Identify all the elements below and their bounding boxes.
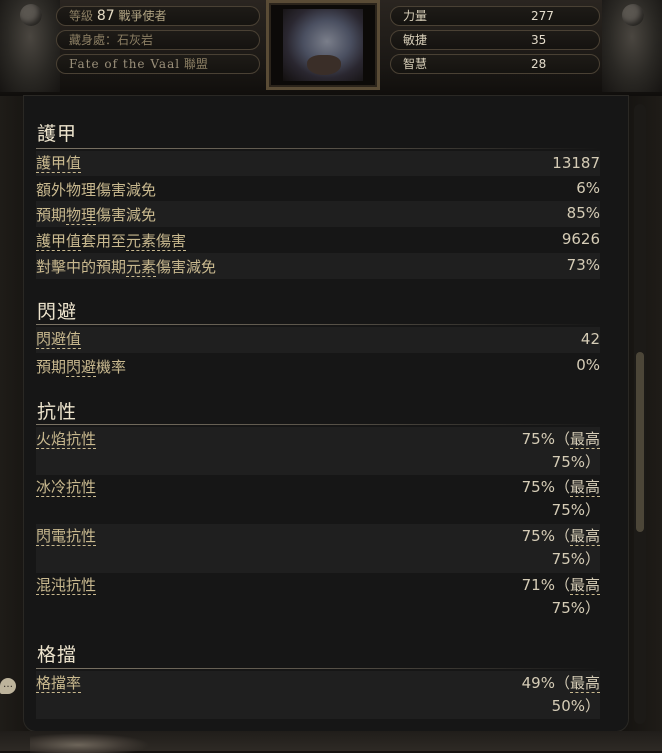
left-statue-ornament	[0, 0, 60, 92]
attribute-intelligence: 智慧 28	[390, 54, 600, 74]
stat-value: 75%（最高 75%）	[521, 430, 600, 471]
stat-row-extra-phys-reduction: 額外物理傷害減免 6%	[36, 176, 600, 201]
stat-value: 73%	[566, 256, 600, 274]
stat-label[interactable]: 混沌抗性	[36, 576, 97, 595]
stat-row-chaos-resistance[interactable]: 混沌抗性 71%（最高 75%）	[36, 573, 600, 622]
section-divider	[36, 424, 600, 425]
level-label: 等級	[69, 9, 94, 23]
stat-label[interactable]: 冰冷抗性	[36, 478, 97, 497]
stat-label[interactable]: 護甲值	[36, 154, 82, 173]
attribute-value: 35	[531, 33, 547, 47]
portrait-image	[283, 9, 363, 81]
stat-row-fire-resistance[interactable]: 火焰抗性 75%（最高 75%）	[36, 427, 600, 475]
bottom-ornament	[0, 731, 662, 753]
stat-label[interactable]: 火焰抗性	[36, 430, 97, 449]
level-class-bar: 等級 87 戰爭使者	[56, 6, 260, 26]
hideout-bar: 藏身處：石灰岩	[56, 30, 260, 50]
stat-row-armour[interactable]: 護甲值 13187	[36, 151, 600, 176]
stat-label[interactable]: 預期閃避機率	[36, 356, 126, 377]
section-divider	[36, 148, 600, 149]
panel-scrollbar-thumb[interactable]	[636, 352, 644, 532]
stat-value: 85%	[566, 204, 600, 222]
stat-label[interactable]: 閃避值	[36, 330, 82, 349]
league-suffix: 聯盟	[183, 57, 208, 71]
section-title-resistances: 抗性	[37, 401, 78, 423]
stat-label[interactable]: 格擋率	[36, 674, 82, 693]
stat-label[interactable]: 預期物理傷害減免	[36, 204, 156, 225]
section-title-block: 格擋	[37, 644, 78, 666]
section-title-armour: 護甲	[37, 123, 78, 145]
right-statue-ornament	[602, 0, 662, 92]
chat-bubble-icon[interactable]: …	[0, 678, 16, 694]
stat-value: 0%	[576, 356, 600, 374]
stat-value: 71%（最高 75%）	[521, 576, 600, 617]
section-divider	[36, 324, 600, 325]
stat-label[interactable]: 對擊中的預期元素傷害減免	[36, 256, 216, 277]
character-portrait	[266, 0, 380, 90]
section-divider	[36, 668, 600, 669]
stat-label[interactable]: 閃電抗性	[36, 527, 97, 546]
attribute-value: 28	[531, 57, 547, 71]
attribute-label: 智慧	[403, 57, 428, 71]
stat-row-evasion[interactable]: 閃避值 42	[36, 327, 600, 353]
attribute-value: 277	[531, 9, 554, 23]
character-header: 等級 87 戰爭使者 藏身處：石灰岩 Fate of the Vaal 聯盟 力…	[0, 0, 662, 98]
stat-row-expected-phys-reduction[interactable]: 預期物理傷害減免 85%	[36, 201, 600, 227]
attribute-label: 力量	[403, 9, 428, 23]
stat-row-block-chance[interactable]: 格擋率 49%（最高 50%）	[36, 671, 600, 719]
league-name: Fate of the Vaal	[69, 57, 181, 71]
stat-row-evade-chance[interactable]: 預期閃避機率 0%	[36, 353, 600, 379]
hideout-text: 藏身處：石灰岩	[69, 33, 154, 47]
stat-row-cold-resistance[interactable]: 冰冷抗性 75%（最高 75%）	[36, 475, 600, 524]
stat-value: 9626	[561, 230, 600, 248]
league-bar: Fate of the Vaal 聯盟	[56, 54, 260, 74]
stat-value: 49%（最高 50%）	[521, 674, 600, 715]
class-name: 戰爭使者	[118, 9, 167, 23]
stat-value: 13187	[552, 154, 600, 172]
stat-value: 75%（最高 75%）	[521, 527, 600, 568]
stat-label[interactable]: 護甲值套用至元素傷害	[36, 230, 187, 251]
stat-value: 75%（最高 75%）	[521, 478, 600, 519]
attribute-dexterity: 敏捷 35	[390, 30, 600, 50]
stat-row-armour-to-elemental[interactable]: 護甲值套用至元素傷害 9626	[36, 227, 600, 253]
stat-row-expected-elemental-reduction[interactable]: 對擊中的預期元素傷害減免 73%	[36, 253, 600, 279]
stat-label: 額外物理傷害減免	[36, 181, 157, 199]
attribute-strength: 力量 277	[390, 6, 600, 26]
stat-value: 42	[580, 330, 600, 348]
attribute-label: 敏捷	[403, 33, 428, 47]
level-value: 87	[96, 8, 115, 24]
stat-value: 6%	[576, 179, 600, 197]
section-title-evasion: 閃避	[37, 301, 78, 323]
stat-row-lightning-resistance[interactable]: 閃電抗性 75%（最高 75%）	[36, 524, 600, 573]
